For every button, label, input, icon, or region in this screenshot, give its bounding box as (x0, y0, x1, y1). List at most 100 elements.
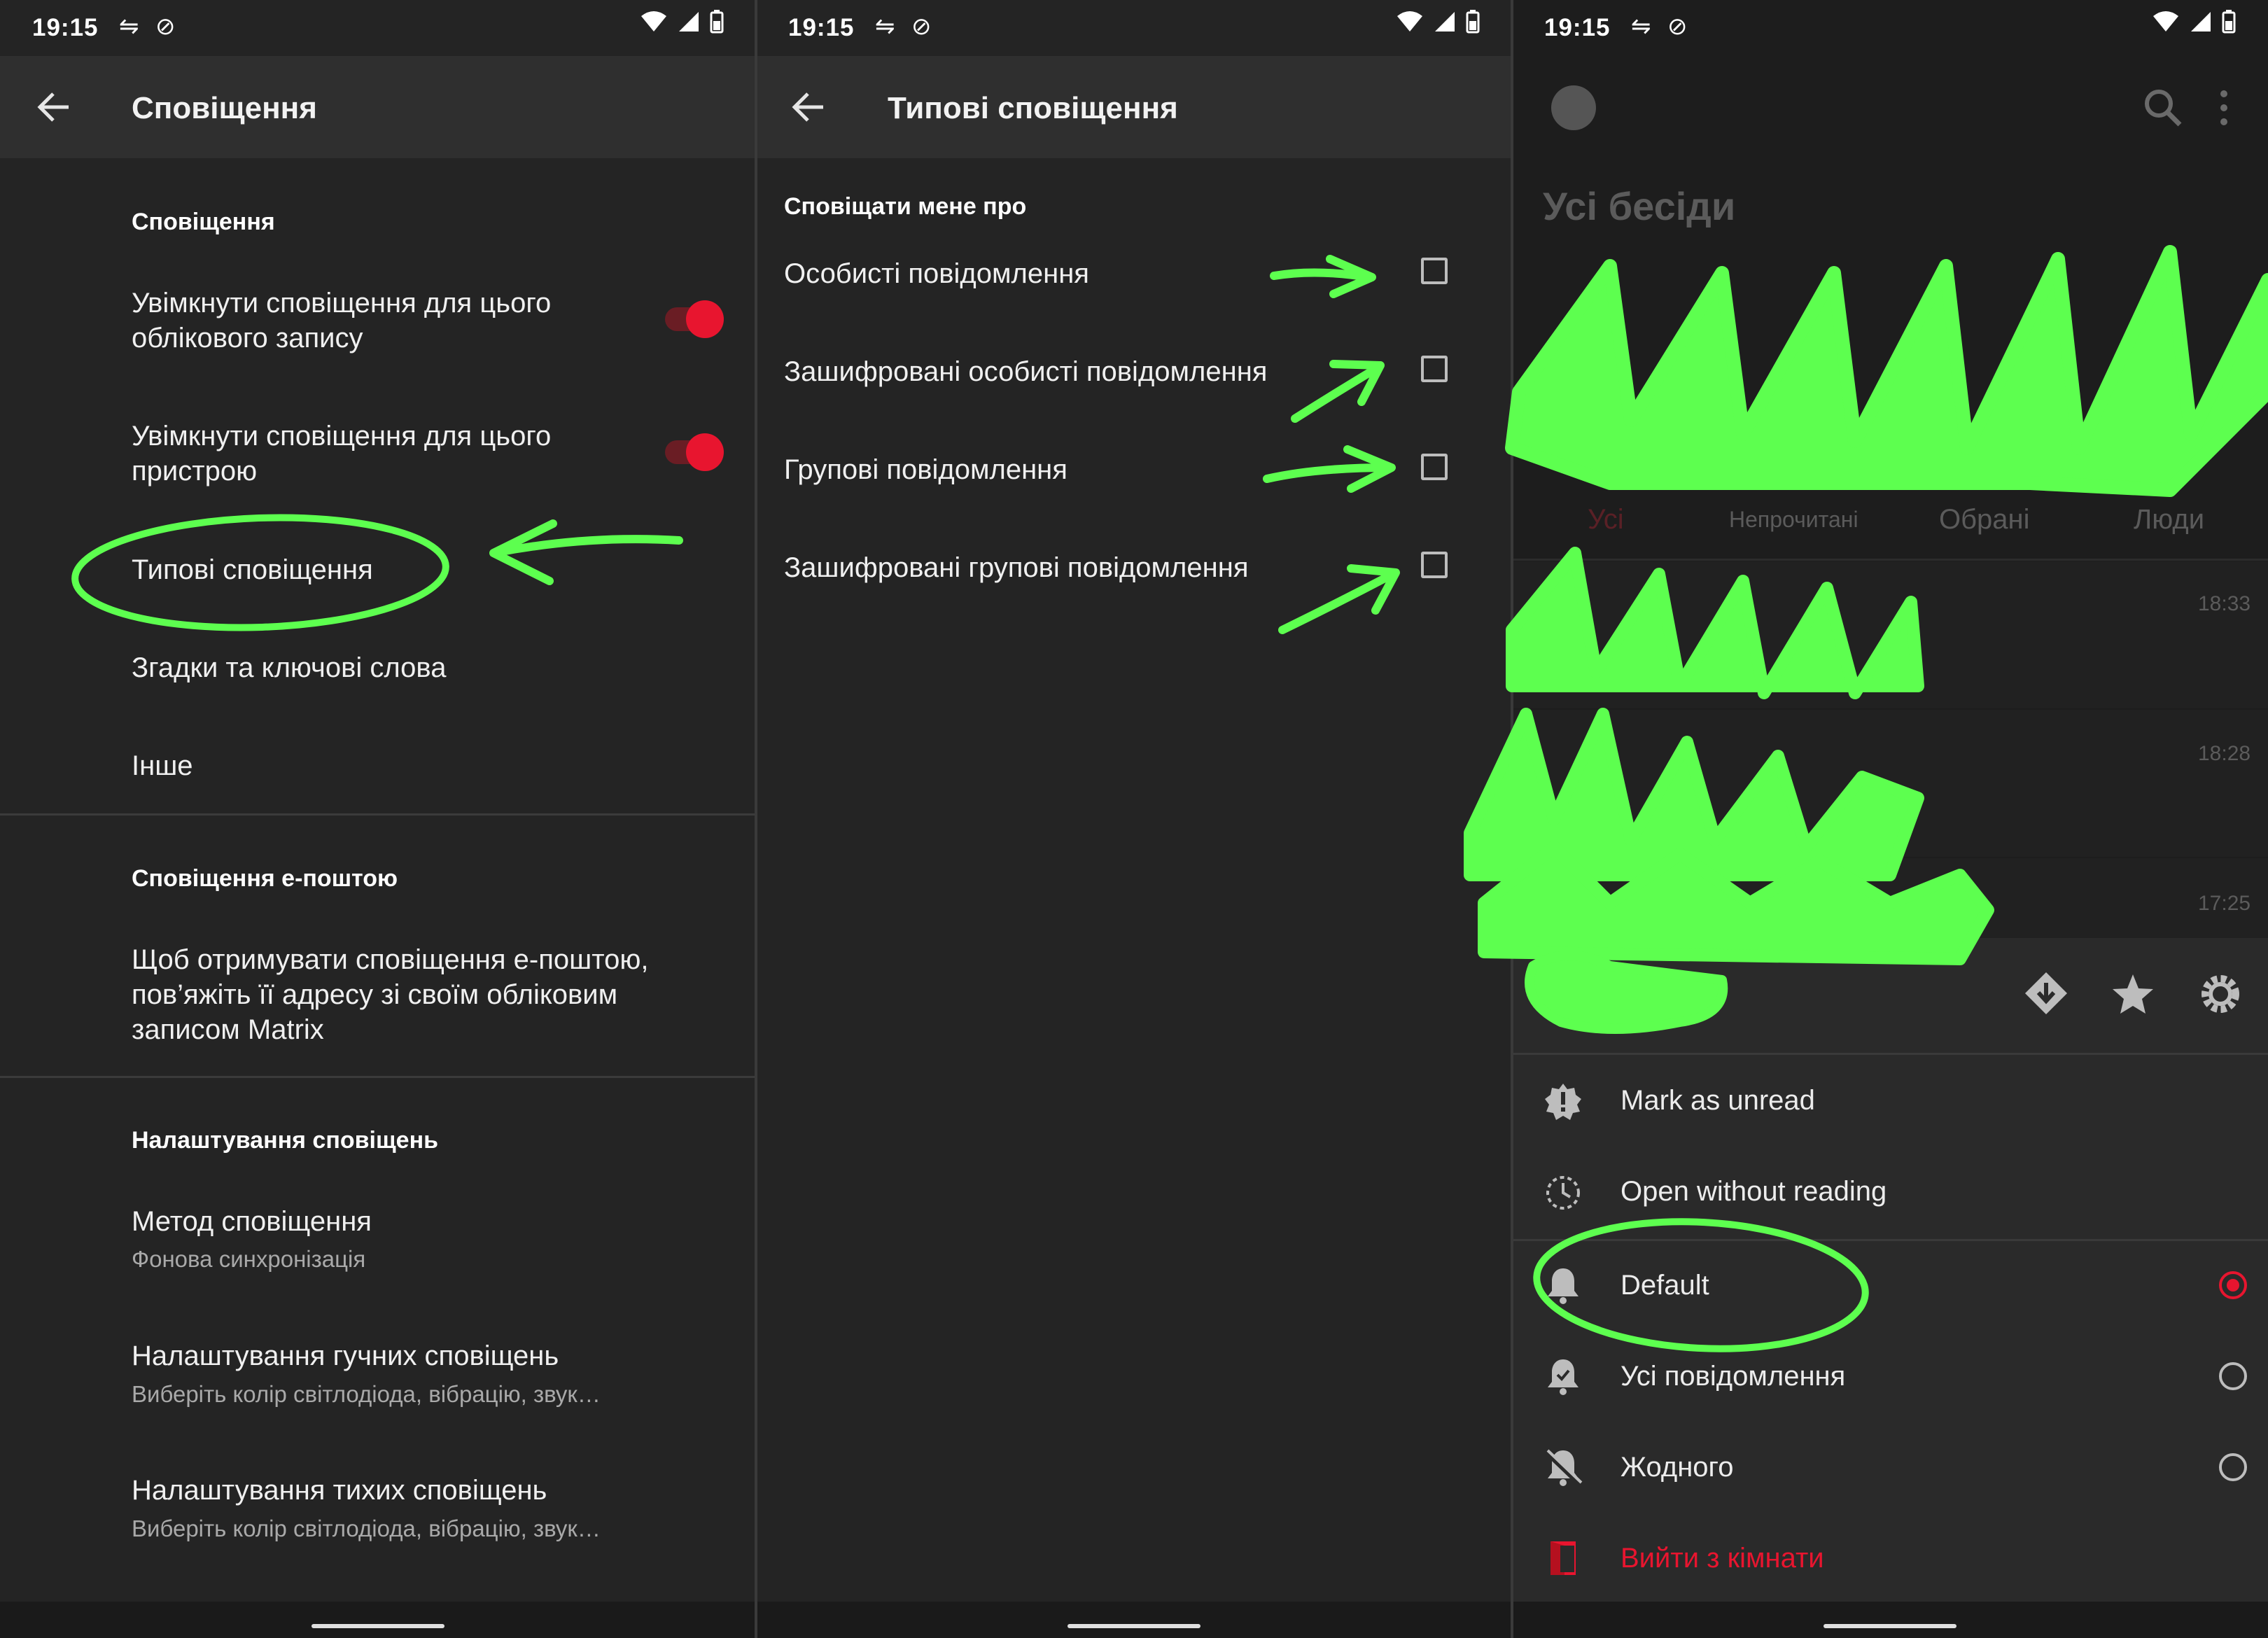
status-icons (1396, 10, 1480, 34)
method-title: Метод сповіщення (132, 1206, 372, 1237)
noisy-subtitle: Виберіть колір світлодіода, вібрацію, зв… (132, 1381, 601, 1407)
vpn-icon: ⊘ (155, 13, 176, 40)
section-header-settings: Налаштування сповіщень (132, 1127, 439, 1154)
status-bar: 19:15 ⇋ ⊘ (1512, 0, 2268, 56)
nav-bar (1512, 1602, 2268, 1638)
section-header-email: Сповіщення е-поштою (132, 865, 398, 892)
low-priority-icon[interactable] (2023, 970, 2069, 1016)
room-time: 18:33 (2198, 592, 2251, 615)
room-row[interactable]: 18:28 (1512, 710, 2268, 857)
silent-subtitle: Виберіть колір світлодіода, вібрацію, зв… (132, 1516, 601, 1541)
tab-favourites[interactable]: Обрані (1939, 504, 2030, 536)
checkbox-encrypted-direct[interactable] (1421, 356, 1448, 382)
default-notifications-screen: 19:15 ⇋ ⊘ Типові сповіщення Сповіщати ме… (756, 0, 1512, 1638)
email-text-line2: пов’яжіть її адресу зі своїм обліковим (132, 979, 618, 1010)
checkbox-encrypted-group[interactable] (1421, 552, 1448, 578)
email-text-line1: Щоб отримувати сповіщення е-поштою, (132, 944, 649, 975)
radio-all-messages[interactable] (2219, 1362, 2247, 1390)
signal-icon (679, 12, 699, 31)
notify-none-label: Жодного (1620, 1452, 1734, 1483)
panel-separator (1511, 0, 1513, 1638)
notify-default-label: Default (1620, 1270, 1709, 1301)
option-label-encrypted-direct: Зашифровані особисті повідомлення (784, 356, 1268, 387)
panel-separator (755, 0, 757, 1638)
back-arrow-icon[interactable] (790, 88, 827, 126)
checkbox-direct[interactable] (1421, 258, 1448, 284)
divider (1512, 559, 2268, 561)
app-bar: Типові сповіщення (756, 56, 1512, 158)
status-bar: 19:15 ⇋ ⊘ (0, 0, 756, 56)
vpn-icon: ⊘ (911, 13, 932, 40)
status-time: 19:15 (788, 14, 855, 41)
email-text-line3: записом Matrix (132, 1014, 324, 1045)
section-header-notify-me: Сповіщати мене про (784, 193, 1027, 220)
room-list-screen: 19:15 ⇋ ⊘ Усі бесіди Усі Непрочитані Обр… (1512, 0, 2268, 1638)
bell-icon (1548, 1268, 1578, 1304)
status-bar: 19:15 ⇋ ⊘ (756, 0, 1512, 56)
enable-account-label-line1: Увімкнути сповіщення для цього (132, 288, 552, 318)
settings-gear-icon[interactable] (2198, 972, 2243, 1016)
sync-icon: ⇋ (1631, 13, 1651, 40)
home-gesture-pill[interactable] (312, 1624, 444, 1628)
status-time: 19:15 (32, 14, 99, 41)
other-item[interactable]: Інше (132, 748, 193, 783)
leave-room-label: Вийти з кімнати (1620, 1543, 1824, 1574)
sync-icon: ⇋ (875, 13, 895, 40)
status-icons (640, 10, 724, 34)
tab-people[interactable]: Люди (2134, 504, 2204, 536)
vpn-icon: ⊘ (1667, 13, 1688, 40)
bell-off-icon (1544, 1449, 1583, 1486)
method-value: Фонова синхронізація (132, 1246, 366, 1272)
option-label-encrypted-group: Зашифровані групові повідомлення (784, 552, 1249, 583)
signal-icon (1435, 12, 1455, 31)
favourite-star-icon[interactable] (2111, 973, 2155, 1015)
battery-icon (1466, 10, 1480, 34)
mark-unread-icon (1545, 1084, 1581, 1120)
checkbox-group[interactable] (1421, 454, 1448, 480)
wifi-icon (2153, 11, 2178, 31)
section-header-notifications: Сповіщення (132, 209, 275, 235)
radio-none[interactable] (2219, 1453, 2247, 1481)
option-label-direct: Особисті повідомлення (784, 258, 1089, 289)
enable-device-label-line2: пристрою (132, 456, 258, 486)
back-arrow-icon[interactable] (35, 88, 73, 126)
search-icon[interactable] (2142, 87, 2183, 127)
room-actions-sheet: Mark as unread Open without reading Defa… (1512, 938, 2268, 1603)
tab-unread[interactable]: Непрочитані (1729, 507, 1858, 533)
status-time: 19:15 (1544, 14, 1611, 41)
mark-unread-label: Mark as unread (1620, 1085, 1815, 1116)
nav-bar (0, 1602, 756, 1638)
wifi-icon (641, 11, 666, 31)
signal-icon (2191, 12, 2211, 31)
silent-title: Налаштування тихих сповіщень (132, 1475, 547, 1506)
room-row[interactable]: 18:33 (1512, 561, 2268, 708)
sync-icon: ⇋ (119, 13, 139, 40)
option-label-group: Групові повідомлення (784, 454, 1068, 485)
room-row[interactable]: 17:25 (1512, 858, 2268, 938)
page-title: Типові сповіщення (888, 91, 1178, 125)
tab-all[interactable]: Усі (1588, 504, 1624, 536)
divider (1512, 1053, 2268, 1055)
home-gesture-pill[interactable] (1823, 1624, 1956, 1628)
enable-account-switch[interactable] (665, 300, 724, 338)
room-time: 18:28 (2198, 742, 2251, 765)
divider (1512, 1239, 2268, 1241)
noisy-title: Налаштування гучних сповіщень (132, 1340, 559, 1371)
status-icons (2152, 10, 2236, 34)
enable-account-label-line2: облікового запису (132, 323, 363, 354)
notifications-settings-screen: 19:15 ⇋ ⊘ Сповіщення Сповіщення Увімкнут… (0, 0, 756, 1638)
overflow-menu-icon[interactable] (2219, 88, 2229, 127)
battery-icon (710, 10, 724, 34)
radio-default[interactable] (2219, 1271, 2247, 1299)
enable-device-label-line1: Увімкнути сповіщення для цього (132, 421, 552, 451)
divider (0, 813, 756, 816)
enable-device-switch[interactable] (665, 433, 724, 471)
divider (0, 1076, 756, 1078)
default-notifications-item[interactable]: Типові сповіщення (132, 552, 373, 587)
avatar[interactable] (1551, 85, 1596, 130)
clock-dashed-icon (1546, 1176, 1580, 1210)
mentions-keywords-item[interactable]: Згадки та ключові слова (132, 650, 446, 685)
home-gesture-pill[interactable] (1068, 1624, 1200, 1628)
app-bar: Сповіщення (0, 56, 756, 158)
screenshot-collage: 19:15 ⇋ ⊘ Сповіщення Сповіщення Увімкнут… (0, 0, 2268, 1638)
